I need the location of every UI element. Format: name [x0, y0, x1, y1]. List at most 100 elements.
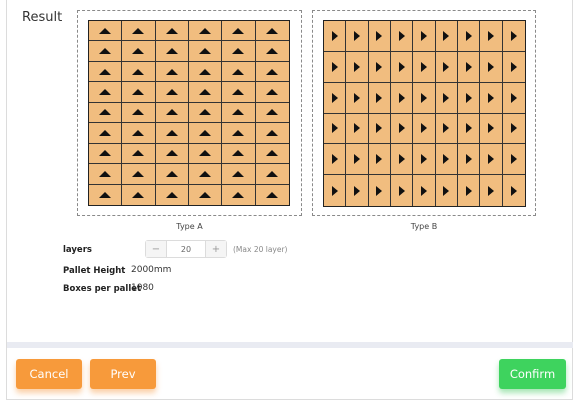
- up-arrow-icon: [165, 27, 178, 34]
- pallet-box-cell: [222, 184, 256, 205]
- pallet-box-cell: [435, 113, 458, 145]
- right-arrow-icon: [465, 154, 472, 165]
- pallet-box-cell: [222, 164, 256, 185]
- up-arrow-icon: [232, 191, 245, 198]
- pallet-box-cell: [122, 61, 156, 83]
- pallet-box-cell: [502, 144, 525, 176]
- up-arrow-icon: [165, 129, 178, 136]
- prev-button[interactable]: Prev: [90, 359, 156, 389]
- pallet-box-cell: [324, 144, 347, 176]
- up-arrow-icon: [199, 109, 212, 116]
- pallet-box-cell: [458, 113, 481, 145]
- right-arrow-icon: [376, 185, 383, 196]
- right-arrow-icon: [443, 92, 450, 103]
- right-arrow-icon: [398, 61, 405, 72]
- up-arrow-icon: [266, 27, 279, 34]
- layers-input[interactable]: [167, 241, 205, 257]
- up-arrow-icon: [99, 48, 112, 55]
- right-arrow-icon: [443, 61, 450, 72]
- right-arrow-icon: [510, 185, 517, 196]
- pallet-box-cell: [368, 113, 391, 145]
- pallet-box-cell: [346, 82, 369, 114]
- pallet-box-cell: [413, 144, 436, 176]
- pallet-box-cell: [122, 123, 156, 144]
- pallet-box-cell: [89, 184, 123, 205]
- pallet-box-cell: [155, 21, 189, 42]
- up-arrow-icon: [232, 170, 245, 177]
- pallet-box-cell: [324, 21, 347, 52]
- pallet-box-cell: [255, 62, 289, 83]
- pallet-box-cell: [255, 21, 289, 42]
- up-arrow-icon: [132, 109, 145, 116]
- right-arrow-icon: [443, 154, 450, 165]
- pallet-box-cell: [122, 143, 156, 165]
- pallet-box-cell: [255, 41, 289, 62]
- up-arrow-icon: [199, 170, 212, 177]
- pallet-box-cell: [255, 144, 289, 165]
- pallet-box-cell: [188, 41, 223, 62]
- pallet-grid-b: [323, 20, 526, 207]
- right-arrow-icon: [353, 61, 360, 72]
- right-arrow-icon: [331, 30, 338, 41]
- up-arrow-icon: [199, 129, 212, 136]
- pallet-box-cell: [122, 184, 156, 205]
- pallet-box-cell: [188, 123, 223, 144]
- pallet-layout-type-a: [77, 10, 302, 216]
- up-arrow-icon: [165, 68, 178, 75]
- up-arrow-icon: [199, 150, 212, 157]
- pallet-box-cell: [256, 185, 289, 205]
- boxes-per-pallet-label: Boxes per pallet: [63, 284, 142, 294]
- pallet-box-cell: [435, 51, 458, 83]
- right-arrow-icon: [487, 123, 494, 134]
- pallet-box-cell: [222, 21, 256, 42]
- right-arrow-icon: [353, 123, 360, 134]
- pallet-box-cell: [346, 21, 369, 52]
- right-arrow-icon: [510, 123, 517, 134]
- up-arrow-icon: [199, 191, 212, 198]
- pallet-box-cell: [435, 144, 458, 176]
- pallet-box-cell: [155, 41, 189, 62]
- pallet-box-cell: [155, 82, 189, 103]
- up-arrow-icon: [132, 27, 145, 34]
- right-arrow-icon: [443, 185, 450, 196]
- right-arrow-icon: [398, 154, 405, 165]
- pallet-box-cell: [502, 114, 525, 145]
- up-arrow-icon: [132, 170, 145, 177]
- right-arrow-icon: [331, 154, 338, 165]
- right-arrow-icon: [398, 185, 405, 196]
- pallet-box-cell: [189, 184, 223, 205]
- up-arrow-icon: [199, 27, 212, 34]
- pallet-box-cell: [122, 82, 156, 103]
- pallet-layout-type-b: [312, 10, 536, 216]
- pallet-box-cell: [324, 113, 347, 145]
- decrement-button[interactable]: −: [146, 241, 167, 257]
- up-arrow-icon: [165, 150, 178, 157]
- right-arrow-icon: [376, 30, 383, 41]
- up-arrow-icon: [199, 48, 212, 55]
- right-arrow-icon: [487, 30, 494, 41]
- confirm-button[interactable]: Confirm: [499, 359, 566, 389]
- layers-stepper[interactable]: − +: [145, 240, 227, 258]
- right-arrow-icon: [353, 30, 360, 41]
- right-arrow-icon: [465, 30, 472, 41]
- right-arrow-icon: [510, 154, 517, 165]
- pallet-box-cell: [391, 51, 414, 83]
- pallet-box-cell: [480, 82, 503, 114]
- right-arrow-icon: [331, 92, 338, 103]
- increment-button[interactable]: +: [205, 241, 226, 257]
- pallet-box-cell: [155, 61, 189, 83]
- right-arrow-icon: [487, 154, 494, 165]
- pallet-box-cell: [435, 21, 458, 52]
- footer-divider: [7, 342, 573, 348]
- up-arrow-icon: [232, 48, 245, 55]
- right-arrow-icon: [398, 30, 405, 41]
- right-arrow-icon: [443, 30, 450, 41]
- right-arrow-icon: [465, 185, 472, 196]
- pallet-box-cell: [368, 51, 391, 83]
- cancel-button[interactable]: Cancel: [16, 359, 82, 389]
- right-arrow-icon: [510, 30, 517, 41]
- up-arrow-icon: [165, 89, 178, 96]
- pallet-box-cell: [458, 82, 481, 114]
- up-arrow-icon: [132, 150, 145, 157]
- right-arrow-icon: [376, 92, 383, 103]
